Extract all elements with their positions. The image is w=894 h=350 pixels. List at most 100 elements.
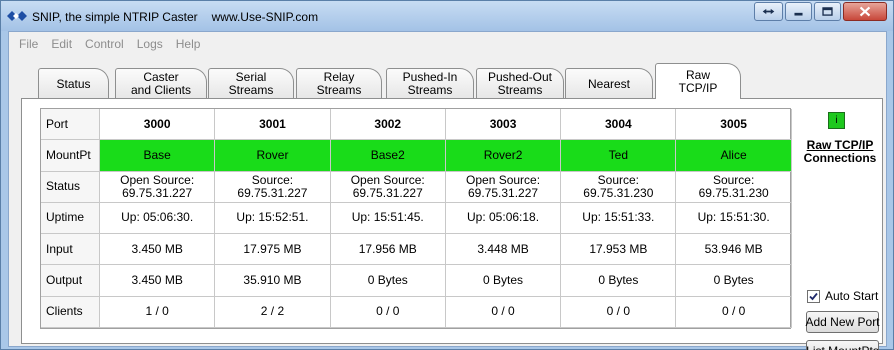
window-title-url: www.Use-SNIP.com xyxy=(211,10,319,24)
close-button[interactable] xyxy=(843,2,887,21)
raw-tcp-ip-panel: Port 3000 3001 3002 3003 3004 3005 Mount… xyxy=(21,98,883,350)
tab-bar: Status Caster and Clients Serial Streams R… xyxy=(21,63,881,99)
uptime-cell: Up: 15:51:33. xyxy=(561,202,677,235)
port-number[interactable]: 3002 xyxy=(330,109,446,141)
uptime-cell: Up: 15:51:30. xyxy=(676,202,792,235)
status-line: 69.75.31.227 xyxy=(122,185,193,200)
status-cell: Open Source: 69.75.31.227 xyxy=(330,171,446,203)
row-label-status: Status xyxy=(41,171,100,203)
mountpoint-cell[interactable]: Base xyxy=(100,140,216,172)
input-cell: 53.946 MB xyxy=(676,234,792,266)
tab-pushed-in-streams[interactable]: Pushed-In Streams xyxy=(386,68,474,99)
output-cell: 0 Bytes xyxy=(561,265,677,297)
status-line: Open Source: xyxy=(120,172,195,187)
clients-cell: 2 / 2 xyxy=(215,296,331,328)
mountpoint-cell[interactable]: Base2 xyxy=(330,140,446,172)
restore-button[interactable] xyxy=(754,2,783,21)
output-cell: 0 Bytes xyxy=(445,265,562,297)
window-title-text: SNIP, the simple NTRIP Caster xyxy=(32,10,198,24)
menu-control[interactable]: Control xyxy=(85,37,124,51)
status-line: Source: xyxy=(251,172,294,187)
status-line: Source: xyxy=(712,172,755,187)
side-panel: i Raw TCP/IP Connections Auto Start Add … xyxy=(798,99,882,350)
tab-raw-tcp-ip[interactable]: Raw TCP/IP xyxy=(655,63,741,99)
input-cell: 17.953 MB xyxy=(561,234,677,266)
minimize-icon xyxy=(794,12,803,16)
input-cell: 3.448 MB xyxy=(445,234,562,266)
output-cell: 0 Bytes xyxy=(676,265,792,297)
clients-cell: 0 / 0 xyxy=(676,296,792,328)
ports-table: Port 3000 3001 3002 3003 3004 3005 Mount… xyxy=(40,108,792,329)
status-cell: Open Source: 69.75.31.227 xyxy=(100,171,216,203)
row-label-output: Output xyxy=(41,265,100,297)
status-indicator: i xyxy=(828,112,845,129)
maximize-icon xyxy=(822,7,833,16)
tab-label: Nearest xyxy=(587,76,631,91)
tab-label: Raw xyxy=(685,67,710,82)
tab-label: TCP/IP xyxy=(678,80,718,95)
mountpoint-cell[interactable]: Rover2 xyxy=(445,140,562,172)
menu-edit[interactable]: Edit xyxy=(51,37,72,51)
list-mountpts-button[interactable]: List MountPts xyxy=(806,340,879,350)
menu-file[interactable]: File xyxy=(19,37,38,51)
tab-label: Status xyxy=(56,76,91,91)
tab-label: Streams xyxy=(316,83,362,97)
status-line: 69.75.31.227 xyxy=(468,185,539,200)
input-cell: 17.975 MB xyxy=(215,234,331,266)
clients-cell: 0 / 0 xyxy=(561,296,677,328)
row-label-clients: Clients xyxy=(41,296,100,328)
menu-help[interactable]: Help xyxy=(176,37,201,51)
tab-label: and Clients xyxy=(130,83,192,97)
window-controls xyxy=(752,2,887,21)
port-number[interactable]: 3005 xyxy=(676,109,792,141)
uptime-cell: Up: 05:06:18. xyxy=(445,202,562,235)
tab-label: Streams xyxy=(497,83,543,97)
client-area: File Edit Control Logs Help Status Caste… xyxy=(8,31,887,350)
tab-caster-and-clients[interactable]: Caster and Clients xyxy=(115,68,207,99)
row-label-mountpt: MountPt xyxy=(41,140,100,172)
port-number[interactable]: 3004 xyxy=(561,109,677,141)
add-new-port-button[interactable]: Add New Port xyxy=(805,311,880,333)
raw-connections-subtitle: Connections xyxy=(803,151,877,165)
tab-serial-streams[interactable]: Serial Streams xyxy=(208,68,294,99)
port-number[interactable]: 3000 xyxy=(100,109,216,141)
close-icon xyxy=(859,6,871,17)
output-cell: 0 Bytes xyxy=(330,265,446,297)
input-cell: 17.956 MB xyxy=(330,234,446,266)
auto-start-checkbox[interactable] xyxy=(807,289,820,303)
mountpoint-cell[interactable]: Alice xyxy=(676,140,792,172)
main-window: SNIP, the simple NTRIP Caster www.Use-SNI… xyxy=(0,0,894,350)
checkmark-icon xyxy=(809,292,818,300)
status-cell: Source: 69.75.31.230 xyxy=(676,171,792,203)
tab-label: Streams xyxy=(228,83,274,97)
title-bar[interactable]: SNIP, the simple NTRIP Caster www.Use-SNI… xyxy=(1,1,893,31)
status-line: Open Source: xyxy=(350,172,425,187)
tab-relay-streams[interactable]: Relay Streams xyxy=(296,68,382,99)
clients-cell: 0 / 0 xyxy=(445,296,562,328)
tab-pushed-out-streams[interactable]: Pushed-Out Streams xyxy=(476,68,564,99)
status-line: Open Source: xyxy=(466,172,541,187)
port-number[interactable]: 3001 xyxy=(215,109,331,141)
mountpoint-cell[interactable]: Rover xyxy=(215,140,331,172)
tab-label: Streams xyxy=(407,83,453,97)
clients-cell: 1 / 0 xyxy=(100,296,216,328)
auto-start-option[interactable]: Auto Start xyxy=(807,289,878,303)
row-label-input: Input xyxy=(41,234,100,266)
maximize-button[interactable] xyxy=(814,2,841,21)
tab-nearest[interactable]: Nearest xyxy=(565,68,653,99)
menu-logs[interactable]: Logs xyxy=(137,37,163,51)
row-label-uptime: Uptime xyxy=(41,202,100,235)
output-cell: 35.910 MB xyxy=(215,265,331,297)
status-cell: Source: 69.75.31.230 xyxy=(561,171,677,203)
minimize-button[interactable] xyxy=(785,2,812,21)
input-cell: 3.450 MB xyxy=(100,234,216,266)
mountpoint-cell[interactable]: Ted xyxy=(561,140,677,172)
raw-connections-link[interactable]: Raw TCP/IP Connections xyxy=(798,139,882,165)
auto-start-label: Auto Start xyxy=(825,289,879,303)
port-number[interactable]: 3003 xyxy=(445,109,562,141)
window-title: SNIP, the simple NTRIP Caster www.Use-SNI… xyxy=(32,10,318,24)
tab-status[interactable]: Status xyxy=(38,68,109,99)
status-cell: Open Source: 69.75.31.227 xyxy=(445,171,562,203)
restore-arrows-icon xyxy=(762,8,775,15)
uptime-cell: Up: 05:06:30. xyxy=(100,202,216,235)
